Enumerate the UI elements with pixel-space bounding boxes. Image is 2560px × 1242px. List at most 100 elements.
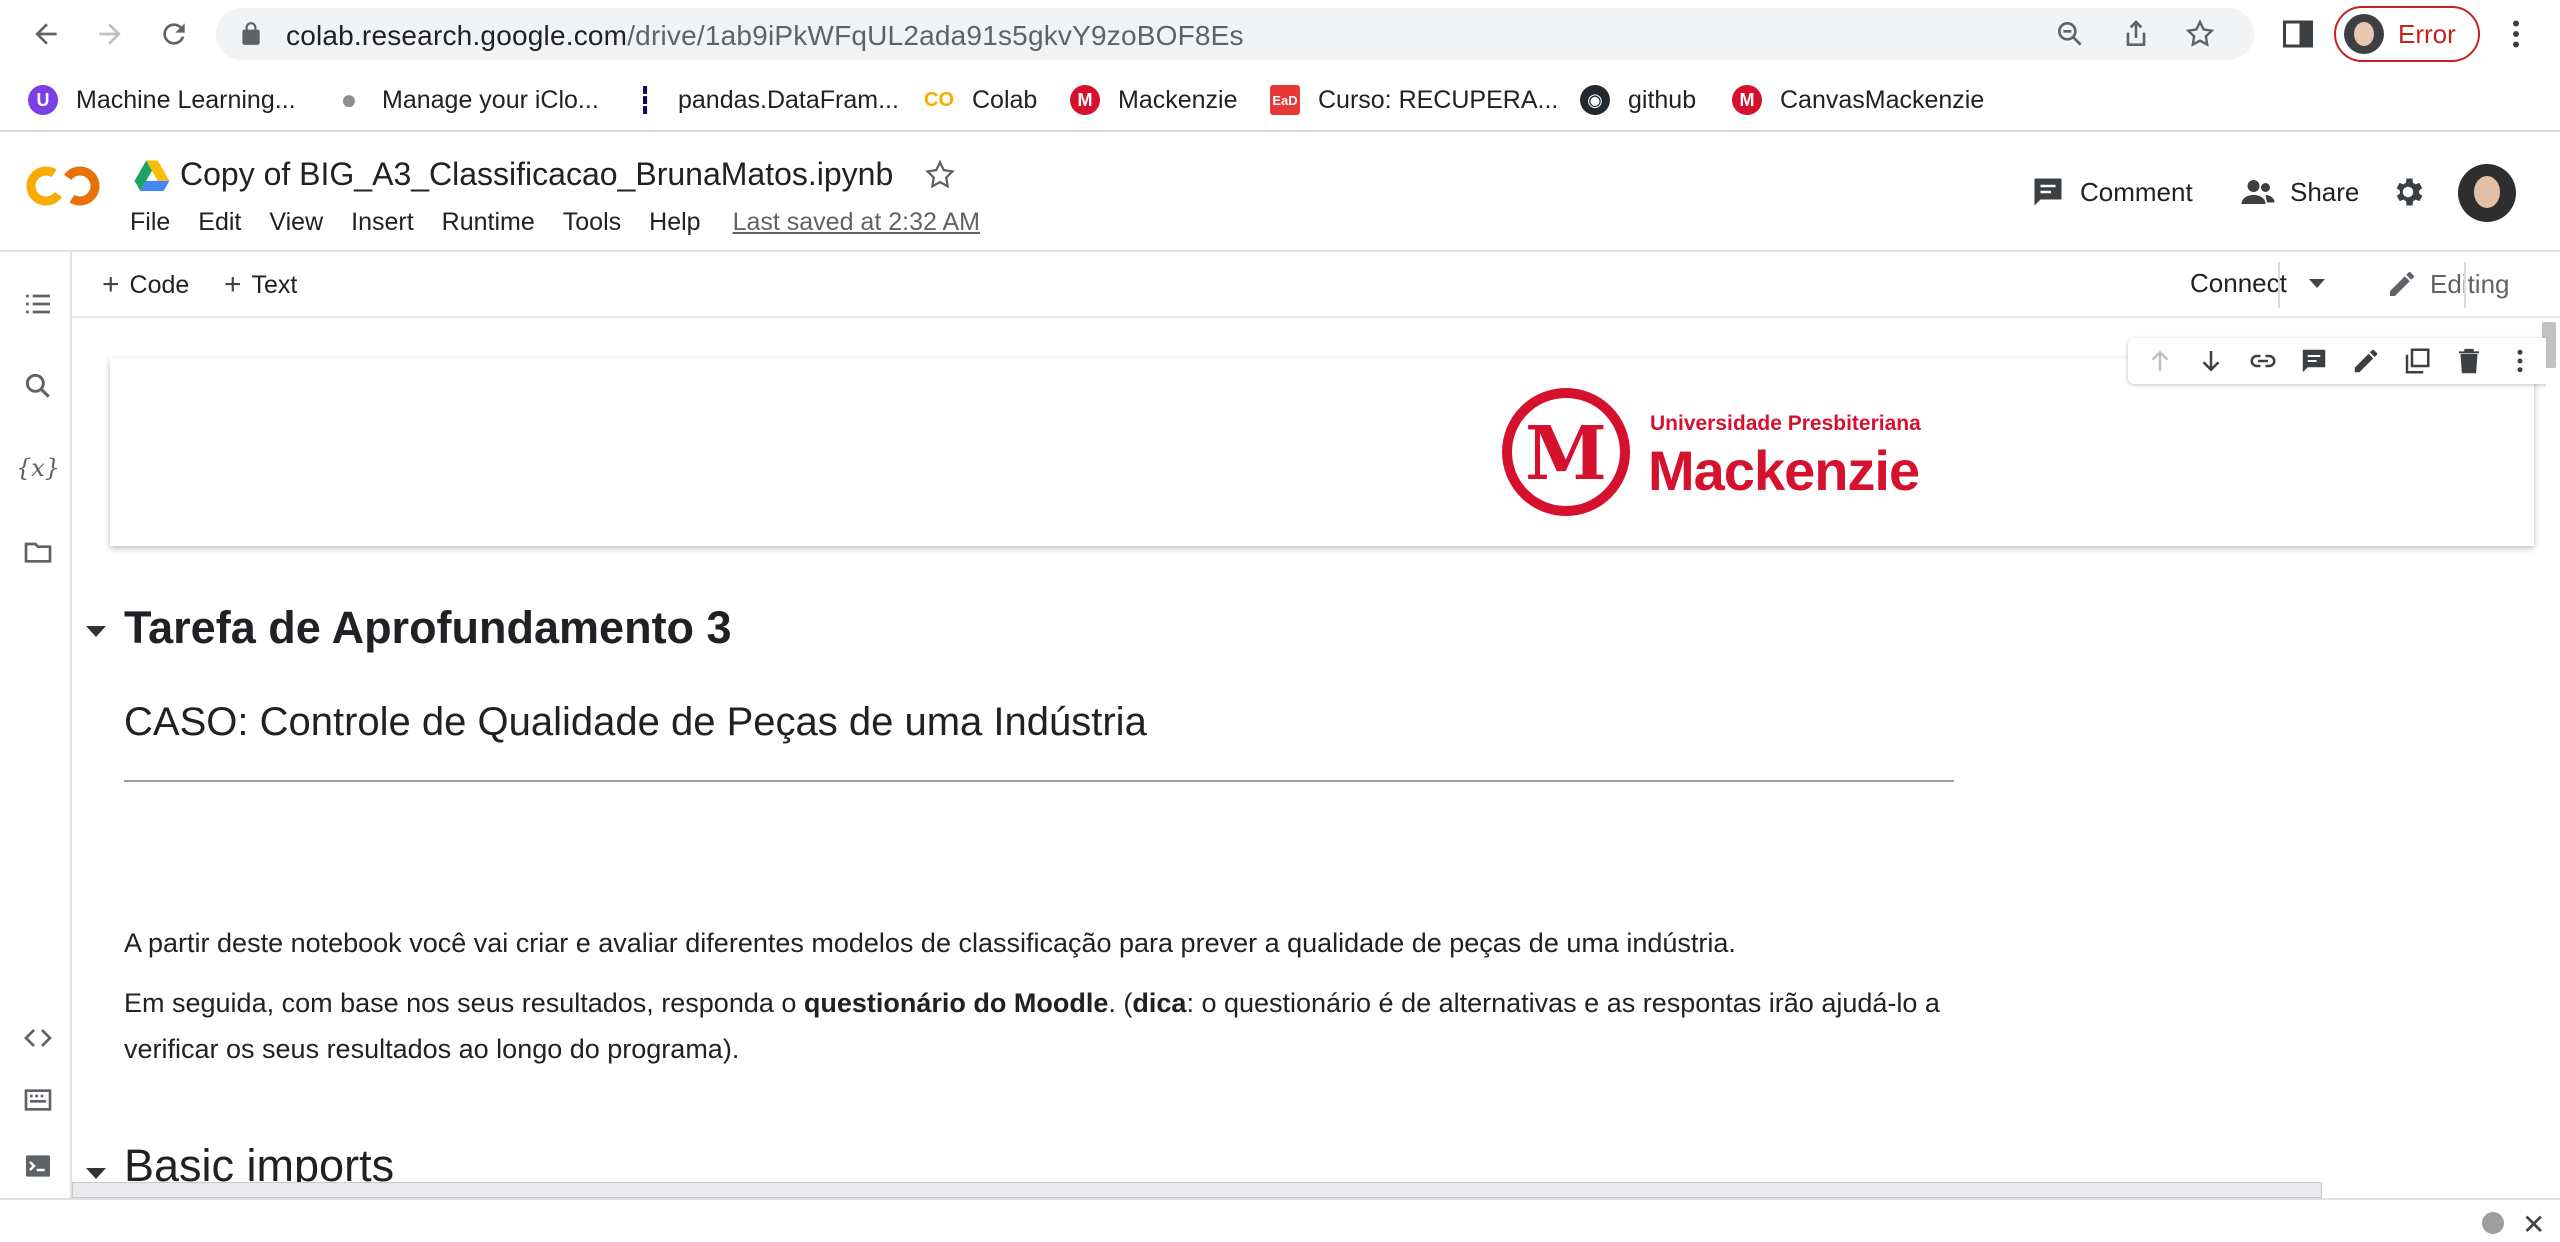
notebook-content: M Universidade Presbiteriana Mackenzie T… <box>72 320 2546 1182</box>
bookmark-label: github <box>1628 85 1697 114</box>
google-drive-icon[interactable] <box>134 159 170 191</box>
section-heading: Tarefa de Aprofundamento 3 <box>124 602 732 653</box>
ead-icon: EaD <box>1270 85 1300 115</box>
share-label: Share <box>2290 176 2360 207</box>
bookmark-github[interactable]: ◉ github <box>1580 82 1696 118</box>
move-down-icon[interactable] <box>2196 346 2226 376</box>
terminal-button[interactable] <box>20 1148 56 1184</box>
bookmark-star-icon[interactable] <box>2184 18 2216 50</box>
mackenzie-seal: M <box>1502 388 1630 516</box>
chevron-up-icon[interactable] <box>2556 268 2560 304</box>
variables-button[interactable]: {𝑥} <box>16 450 60 486</box>
browser-toolbar: colab.research.google.com/drive/1ab9iPkW… <box>0 0 2560 68</box>
bookmark-pandas[interactable]: ┇ pandas.DataFram... <box>630 82 899 118</box>
profile-error-button[interactable]: Error <box>2334 6 2480 62</box>
settings-gear-icon[interactable] <box>2390 174 2426 210</box>
menu-insert[interactable]: Insert <box>351 208 414 237</box>
more-vert-icon[interactable] <box>2505 346 2535 376</box>
menu-help[interactable]: Help <box>649 208 700 237</box>
instructions-paragraph: Em seguida, com base nos seus resultados… <box>124 980 1984 1072</box>
menu-edit[interactable]: Edit <box>198 208 241 237</box>
bookmark-label: Manage your iClo... <box>382 85 599 114</box>
keyboard-icon <box>24 1089 52 1111</box>
horizontal-rule <box>124 780 1954 782</box>
bookmarks-bar: U Machine Learning... ● Manage your iClo..… <box>0 68 2560 132</box>
find-button[interactable] <box>20 368 56 404</box>
side-panel-icon[interactable] <box>2280 16 2316 52</box>
zoom-icon[interactable] <box>2054 18 2086 50</box>
bookmark-colab[interactable]: CO Colab <box>924 82 1037 118</box>
connect-button[interactable]: Connect <box>2190 268 2325 299</box>
editing-mode-button[interactable]: Editing <box>2386 268 2510 300</box>
code-brackets-icon <box>24 1029 52 1047</box>
share-page-icon[interactable] <box>2120 18 2152 50</box>
delete-icon[interactable] <box>2454 346 2484 376</box>
star-icon[interactable] <box>923 158 957 192</box>
user-avatar[interactable] <box>2458 164 2516 222</box>
back-button[interactable] <box>22 10 70 58</box>
section-collapse-caret[interactable] <box>86 1168 106 1179</box>
intro-paragraph: A partir deste notebook você vai criar e… <box>124 928 1736 958</box>
pencil-icon <box>2390 272 2414 296</box>
bookmark-mackenzie[interactable]: M Mackenzie <box>1070 82 1238 118</box>
colab-logo-icon[interactable] <box>26 164 102 208</box>
case-subheading: CASO: Controle de Qualidade de Peças de … <box>124 700 1147 744</box>
close-icon[interactable]: ✕ <box>2522 1208 2545 1241</box>
reload-button[interactable] <box>150 10 198 58</box>
bookmark-label: CanvasMackenzie <box>1780 85 1985 114</box>
ml-icon: U <box>28 85 58 115</box>
menu-tools[interactable]: Tools <box>563 208 621 237</box>
terminal-icon <box>26 1155 50 1177</box>
code-snippets-button[interactable] <box>20 1020 56 1056</box>
university-name: Mackenzie <box>1648 439 1920 502</box>
chevron-down-icon[interactable] <box>2308 279 2325 288</box>
canvas-mackenzie-icon: M <box>1732 85 1762 115</box>
add-text-label: Text <box>251 270 298 299</box>
list-icon <box>26 294 50 314</box>
bookmark-label: Machine Learning... <box>76 85 296 114</box>
url-host: colab.research.google.com <box>286 20 628 51</box>
comment-button[interactable]: Comment <box>2030 174 2193 210</box>
add-code-cell-button[interactable]: + Code <box>102 268 189 302</box>
edit-pencil-icon[interactable] <box>2351 346 2381 376</box>
status-bar: ✕ <box>0 1198 2560 1242</box>
toolbar-divider <box>2464 262 2466 308</box>
vertical-scrollbar[interactable] <box>2540 320 2560 1198</box>
bookmark-machine-learning[interactable]: U Machine Learning... <box>28 82 296 118</box>
runtime-status-icon[interactable] <box>2482 1212 2504 1234</box>
menu-runtime[interactable]: Runtime <box>442 208 535 237</box>
tip-bold: dica <box>1132 988 1187 1018</box>
menu-view[interactable]: View <box>269 208 323 237</box>
bookmark-curso[interactable]: EaD Curso: RECUPERA... <box>1270 82 1558 118</box>
table-of-contents-button[interactable] <box>20 286 56 322</box>
toolbar-divider <box>2278 262 2280 308</box>
link-icon[interactable] <box>2248 346 2278 376</box>
address-bar[interactable]: colab.research.google.com/drive/1ab9iPkW… <box>216 8 2254 60</box>
mackenzie-monogram: M <box>1525 411 1607 497</box>
move-up-icon[interactable] <box>2145 346 2175 376</box>
profile-error-label: Error <box>2398 18 2456 49</box>
bookmark-canvas-mackenzie[interactable]: M CanvasMackenzie <box>1732 82 1984 118</box>
comment-icon[interactable] <box>2299 346 2329 376</box>
notebook-title[interactable]: Copy of BIG_A3_Classificacao_BrunaMatos.… <box>180 156 893 193</box>
forward-button[interactable] <box>86 10 134 58</box>
share-button[interactable]: Share <box>2240 174 2359 210</box>
comment-label: Comment <box>2080 176 2193 207</box>
github-icon: ◉ <box>1580 85 1610 115</box>
browser-menu-icon[interactable] <box>2498 16 2534 52</box>
bookmark-icloud[interactable]: ● Manage your iClo... <box>334 82 599 118</box>
command-palette-button[interactable] <box>20 1082 56 1118</box>
mackenzie-icon: M <box>1070 85 1100 115</box>
files-button[interactable] <box>20 534 56 570</box>
section-collapse-caret[interactable] <box>86 626 106 637</box>
mirror-cell-icon[interactable] <box>2402 346 2432 376</box>
instructions-text: . ( <box>1108 988 1133 1018</box>
arrow-right-icon <box>99 23 121 45</box>
logo-cell[interactable]: M Universidade Presbiteriana Mackenzie <box>110 358 2534 546</box>
colab-header: Copy of BIG_A3_Classificacao_BrunaMatos.… <box>0 134 2560 252</box>
add-text-cell-button[interactable]: + Text <box>224 268 297 302</box>
last-saved-link[interactable]: Last saved at 2:32 AM <box>733 208 980 237</box>
horizontal-scrollbar[interactable] <box>72 1182 2322 1198</box>
reload-icon <box>163 23 185 45</box>
menu-file[interactable]: File <box>130 208 170 237</box>
